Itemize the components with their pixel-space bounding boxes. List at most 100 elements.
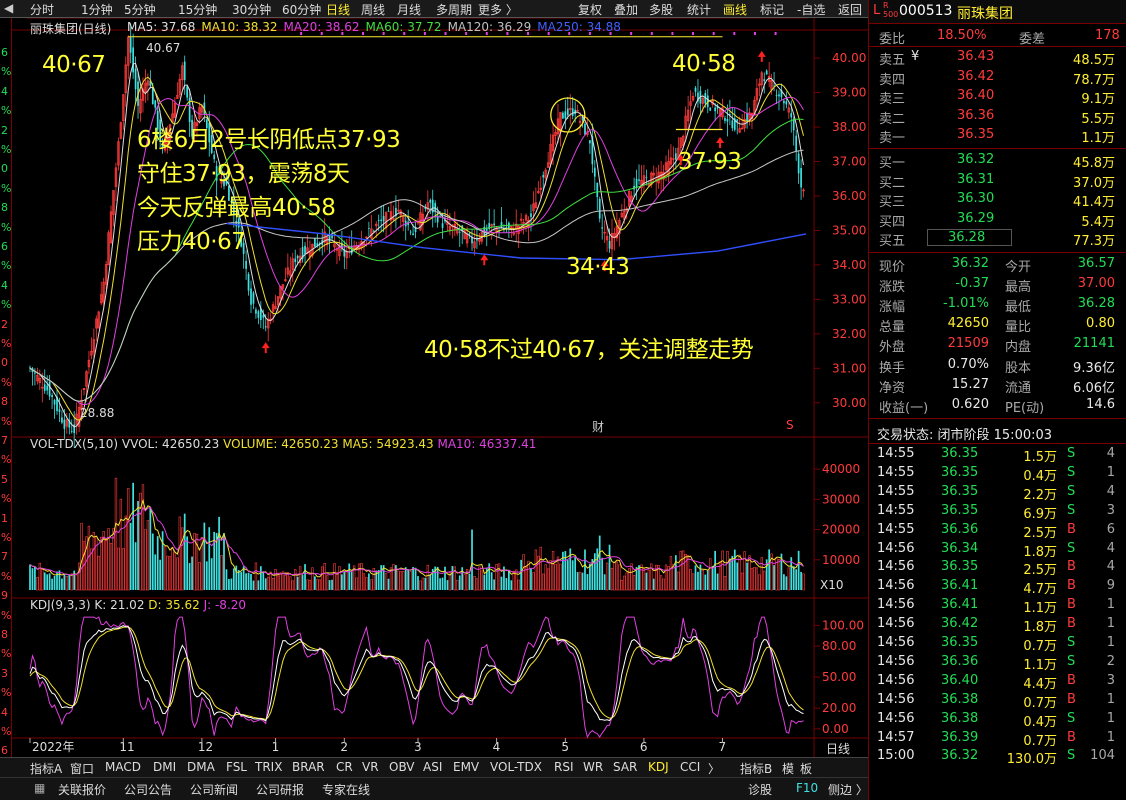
volume-bar-down [368, 573, 370, 590]
status-item-4[interactable]: 专家在线 [322, 781, 370, 798]
tick-time: 14:56 [877, 635, 915, 650]
volume-bar-down [571, 560, 574, 590]
indicator-tab-5[interactable]: FSL [226, 760, 247, 774]
period-tab-7[interactable]: 周线 [361, 1, 385, 18]
indicator-tab-14[interactable]: RSI [554, 760, 574, 774]
candle-body-down [542, 175, 545, 178]
status-item-2[interactable]: 公司新闻 [190, 781, 238, 798]
quote-panel: L R 500 000513 丽珠集团 委比 18.50% 委差 178 卖五 ¥36.43… [868, 0, 1126, 800]
stat-label-2: 最高 [1005, 280, 1032, 296]
tool-btn-6[interactable]: -自选 [797, 1, 825, 18]
indicator-tab-13[interactable]: VOL-TDX [490, 760, 542, 774]
back-arrow-icon[interactable]: ◀ [4, 1, 13, 15]
status-item-3[interactable]: 公司研报 [256, 781, 304, 798]
vol-prefix: VOL-TDX(5,10) [30, 437, 119, 451]
sell-price[interactable]: 36.35 [957, 127, 994, 142]
candle-body-down [154, 100, 157, 108]
indicator-tab-12[interactable]: EMV [453, 760, 479, 774]
tick-time: 14:55 [877, 483, 915, 499]
candle-body-down [250, 288, 252, 305]
indicator-tab-3[interactable]: DMI [153, 760, 176, 774]
signal-dot [630, 32, 633, 35]
tool-btn-1[interactable]: 叠加 [614, 1, 638, 18]
vol-axis-label-3: 10000 [822, 553, 860, 567]
s-marker[interactable]: S [786, 418, 794, 432]
indicator-tab-21[interactable]: 模 [782, 760, 794, 777]
buy-price[interactable]: 36.28 [927, 229, 1013, 246]
volume-bar-down [608, 544, 611, 590]
period-tab-4[interactable]: 30分钟 [232, 1, 271, 18]
candle-body-down [255, 309, 257, 314]
indicator-tab-20[interactable]: 指标B [740, 760, 772, 777]
period-tab-9[interactable]: 多周期 [436, 1, 472, 18]
indicator-tab-10[interactable]: OBV [389, 760, 415, 774]
volume-bar-down [262, 571, 265, 590]
sell-row-4: 卖一 36.35 1.1万 [869, 125, 1126, 146]
tool-btn-3[interactable]: 统计 [687, 1, 711, 18]
period-tab-6[interactable]: 日线 [326, 1, 350, 18]
indicator-tab-0[interactable]: 指标A [30, 760, 62, 777]
indicator-tab-6[interactable]: TRIX [255, 760, 282, 774]
indicator-tab-4[interactable]: DMA [187, 760, 215, 774]
tick-count: 9 [1106, 578, 1115, 594]
signal-dot [692, 32, 695, 35]
indicator-tab-18[interactable]: CCI [680, 760, 700, 774]
tool-btn-4[interactable]: 画线 [723, 1, 747, 18]
annotation-note: 40·58不过40·67，关注调整走势 [424, 337, 754, 363]
tick-price: 36.35 [941, 464, 979, 480]
indicator-tab-11[interactable]: ASI [423, 760, 442, 774]
tool-btn-5[interactable]: 标记 [760, 1, 784, 18]
period-tab-5[interactable]: 60分钟 [282, 1, 321, 18]
sell-price[interactable]: 36.43 [957, 49, 994, 64]
tick-row-8: 14:56 36.41 1.1万 B 1 [869, 595, 1126, 616]
period-tab-1[interactable]: 1分钟 [81, 1, 113, 18]
indicator-tab-7[interactable]: BRAR [292, 760, 325, 774]
indicator-tab-1[interactable]: 窗口 [70, 760, 94, 777]
buy-price[interactable]: 36.31 [957, 172, 994, 187]
period-tab-10[interactable]: 更多 〉 [478, 1, 518, 18]
stat-value-1: 36.32 [951, 256, 989, 271]
sell-price[interactable]: 36.36 [957, 108, 994, 123]
status-item-6[interactable]: F10 [796, 781, 818, 795]
period-tab-3[interactable]: 15分钟 [178, 1, 217, 18]
indicator-tab-2[interactable]: MACD [105, 760, 141, 774]
divider [869, 148, 1126, 149]
candle-body-down [731, 120, 734, 129]
sell-price[interactable]: 36.40 [957, 88, 994, 103]
tool-btn-0[interactable]: 复权 [578, 1, 602, 18]
tool-btn-2[interactable]: 多股 [649, 1, 673, 18]
indicator-tabs: 指标A 窗口 MACD DMI DMA FSL TRIX BRAR CR VR OBV ASI EMV V… [0, 757, 868, 777]
finance-marker[interactable]: 财 [592, 418, 604, 435]
buy-price[interactable]: 36.32 [957, 152, 994, 167]
left-pct-27: % [1, 569, 12, 583]
buy-price[interactable]: 36.30 [957, 191, 994, 206]
indicator-tab-22[interactable]: 板 [800, 760, 812, 777]
period-tab-8[interactable]: 月线 [397, 1, 421, 18]
tool-btn-7[interactable]: 返回 [838, 1, 862, 18]
indicator-tab-16[interactable]: SAR [613, 760, 637, 774]
status-item-0[interactable]: 关联报价 [58, 781, 106, 798]
candle-body-down [409, 231, 412, 233]
tick-price: 36.38 [941, 710, 979, 726]
period-tab-2[interactable]: 5分钟 [124, 1, 156, 18]
indicator-tab-15[interactable]: WR [583, 760, 603, 774]
status-item-1[interactable]: 公司公告 [124, 781, 172, 798]
indicator-tab-9[interactable]: VR [362, 760, 379, 774]
left-pct-29: % [1, 608, 12, 622]
volume-bar-down [161, 531, 164, 590]
stat-value-2: 14.6 [1086, 396, 1115, 412]
buy-row-0: 买一 36.32 45.8万 [869, 150, 1126, 171]
volume-bar-down [48, 573, 51, 590]
buy-price[interactable]: 36.29 [957, 211, 994, 226]
status-item-5[interactable]: 诊股 [748, 781, 772, 798]
status-item-7[interactable]: 侧边 〉 [828, 781, 868, 798]
sell-price[interactable]: 36.42 [957, 69, 994, 84]
indicator-tab-8[interactable]: CR [336, 760, 353, 774]
indicator-tab-19[interactable]: 〉 [708, 760, 720, 777]
indicator-tab-17[interactable]: KDJ [648, 760, 669, 774]
tick-time: 14:55 [877, 464, 915, 480]
tick-count: 3 [1106, 672, 1115, 688]
candle-body-down [245, 260, 247, 269]
period-tab-0[interactable]: 分时 [30, 1, 54, 18]
grid-icon[interactable]: ▦ [34, 781, 45, 795]
